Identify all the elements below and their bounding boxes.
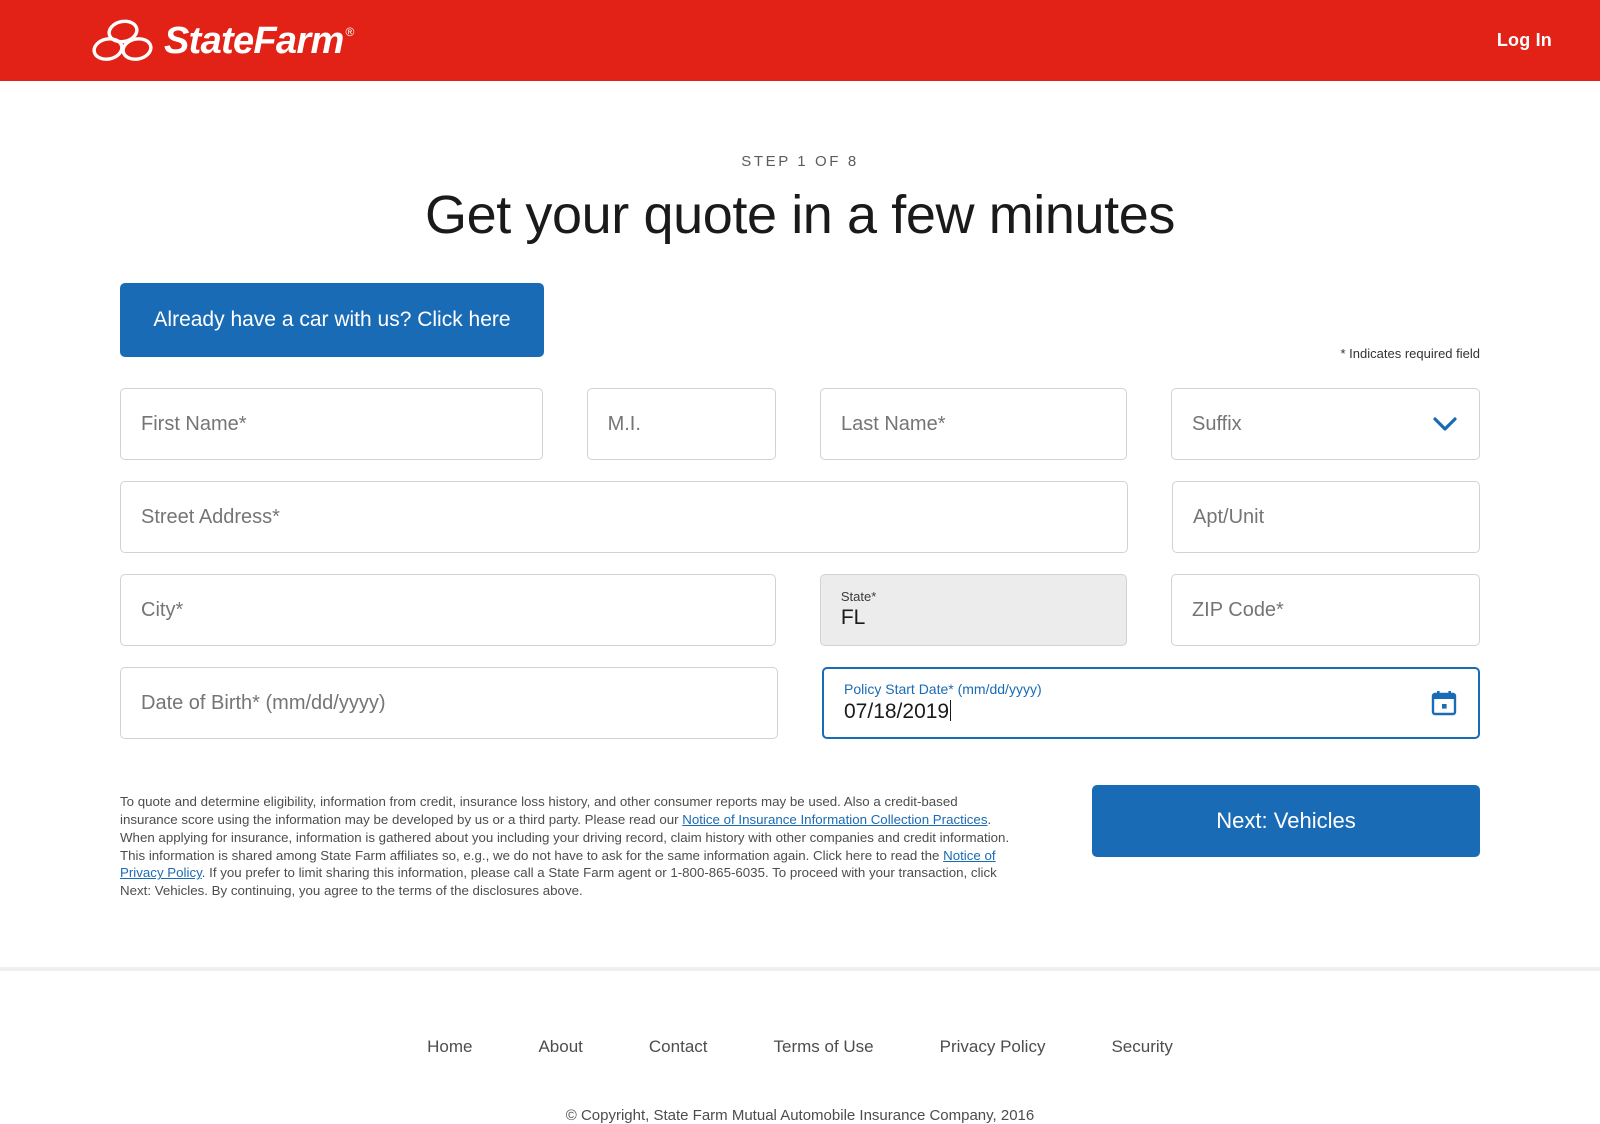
city-placeholder: City*: [141, 599, 183, 622]
zip-code-placeholder: ZIP Code*: [1192, 599, 1284, 622]
main-content: STEP 1 OF 8 Get your quote in a few minu…: [0, 81, 1600, 1124]
next-vehicles-button[interactable]: Next: Vehicles: [1092, 785, 1480, 857]
registered-mark: ®: [346, 25, 354, 39]
apt-unit-input[interactable]: Apt/Unit: [1172, 481, 1480, 553]
calendar-icon[interactable]: [1431, 690, 1457, 716]
form-row-city-state-zip: City* State* FL ZIP Code*: [120, 574, 1480, 646]
page-title: Get your quote in a few minutes: [0, 184, 1600, 246]
street-address-placeholder: Street Address*: [141, 506, 280, 529]
last-name-placeholder: Last Name*: [841, 413, 946, 436]
footer-link-security[interactable]: Security: [1111, 1037, 1172, 1057]
street-address-input[interactable]: Street Address*: [120, 481, 1128, 553]
site-header: StateFarm® Log In: [0, 0, 1600, 81]
date-of-birth-placeholder: Date of Birth* (mm/dd/yyyy): [141, 692, 386, 715]
required-field-note: * Indicates required field: [1341, 346, 1480, 361]
footer-link-terms-of-use[interactable]: Terms of Use: [774, 1037, 874, 1057]
form-row-dates: Date of Birth* (mm/dd/yyyy) Policy Start…: [120, 667, 1480, 739]
text-caret: [950, 700, 951, 721]
footer-link-contact[interactable]: Contact: [649, 1037, 708, 1057]
middle-initial-input[interactable]: M.I.: [587, 388, 776, 460]
suffix-select[interactable]: Suffix: [1171, 388, 1480, 460]
login-link[interactable]: Log In: [1497, 30, 1552, 51]
existing-customer-button[interactable]: Already have a car with us? Click here: [120, 283, 544, 357]
step-indicator: STEP 1 OF 8: [0, 153, 1600, 170]
zip-code-input[interactable]: ZIP Code*: [1171, 574, 1480, 646]
footer-link-privacy-policy[interactable]: Privacy Policy: [940, 1037, 1046, 1057]
notice-insurance-collection-link[interactable]: Notice of Insurance Information Collecti…: [682, 812, 987, 827]
site-footer: Home About Contact Terms of Use Privacy …: [0, 971, 1600, 1124]
disclosure-and-next: To quote and determine eligibility, info…: [120, 780, 1480, 913]
disclosure-text: To quote and determine eligibility, info…: [120, 793, 1013, 900]
apt-unit-placeholder: Apt/Unit: [1193, 506, 1264, 529]
footer-link-home[interactable]: Home: [427, 1037, 472, 1057]
first-name-placeholder: First Name*: [141, 413, 247, 436]
first-name-input[interactable]: First Name*: [120, 388, 543, 460]
brand-logo[interactable]: StateFarm®: [92, 18, 352, 64]
form-row-name: First Name* M.I. Last Name* Suffix: [120, 388, 1480, 460]
policy-start-date-label: Policy Start Date* (mm/dd/yyyy): [844, 681, 1042, 698]
policy-start-date-input[interactable]: Policy Start Date* (mm/dd/yyyy) 07/18/20…: [822, 667, 1480, 739]
copyright-text: © Copyright, State Farm Mutual Automobil…: [0, 1107, 1600, 1124]
city-input[interactable]: City*: [120, 574, 776, 646]
brand-wordmark: StateFarm®: [164, 22, 352, 60]
last-name-input[interactable]: Last Name*: [820, 388, 1127, 460]
state-label: State*: [841, 589, 876, 605]
date-of-birth-input[interactable]: Date of Birth* (mm/dd/yyyy): [120, 667, 778, 739]
middle-initial-placeholder: M.I.: [608, 413, 641, 436]
state-input[interactable]: State* FL: [820, 574, 1127, 646]
footer-nav: Home About Contact Terms of Use Privacy …: [0, 1037, 1600, 1057]
form-row-address: Street Address* Apt/Unit: [120, 481, 1480, 553]
quote-form: Already have a car with us? Click here *…: [120, 246, 1480, 913]
state-farm-three-ovals-logo-icon: [92, 18, 154, 64]
suffix-placeholder: Suffix: [1192, 413, 1242, 436]
policy-start-date-value: 07/18/2019: [844, 699, 951, 725]
chevron-down-icon: [1433, 417, 1457, 431]
state-value: FL: [841, 605, 866, 631]
disclosure-part-3: . If you prefer to limit sharing this in…: [120, 865, 997, 898]
footer-link-about[interactable]: About: [538, 1037, 582, 1057]
